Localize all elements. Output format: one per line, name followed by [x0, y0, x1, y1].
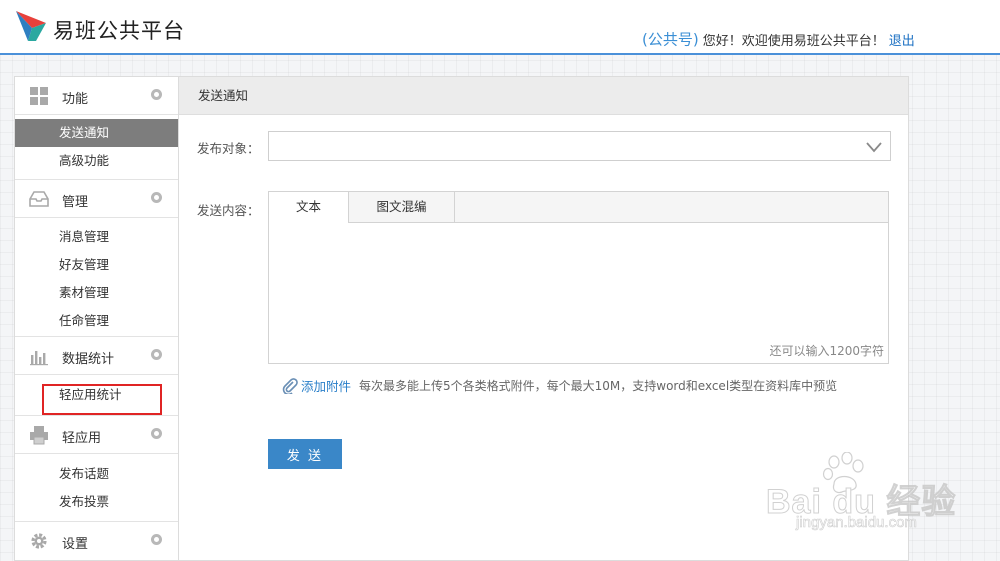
- sidebar-item-advanced[interactable]: 高级功能: [15, 147, 178, 175]
- sidebar-group-manage[interactable]: 管理: [15, 180, 178, 218]
- sidebar-item-send-notice[interactable]: 发送通知: [15, 119, 178, 147]
- account-name-mask: [572, 28, 642, 50]
- content-label: 发送内容：: [197, 203, 260, 218]
- collapse-toggle-icon[interactable]: [151, 89, 162, 100]
- sidebar-group-function[interactable]: 功能: [15, 77, 178, 115]
- sidebar-items-manage: 消息管理 好友管理 素材管理 任命管理: [15, 218, 178, 337]
- sidebar-group-label: 数据统计: [62, 352, 115, 367]
- sidebar-group-light-apps[interactable]: 轻应用: [15, 416, 178, 454]
- sidebar-group-settings[interactable]: 设置: [15, 522, 178, 559]
- sidebar-group-label: 功能: [62, 92, 89, 107]
- sidebar-item-materials[interactable]: 素材管理: [15, 279, 178, 307]
- sidebar-item-messages[interactable]: 消息管理: [15, 223, 178, 251]
- collapse-toggle-icon[interactable]: [151, 192, 162, 203]
- collapse-toggle-icon[interactable]: [151, 349, 162, 360]
- sidebar-items-light-apps: 发布话题 发布投票: [15, 454, 178, 522]
- sidebar-item-post-vote[interactable]: 发布投票: [15, 488, 178, 516]
- editor-tabs: 文本 图文混编: [269, 192, 888, 223]
- content-textarea[interactable]: 还可以输入1200字符: [269, 223, 888, 363]
- sidebar-items-function: 发送通知 高级功能: [15, 115, 178, 180]
- sidebar-item-friends[interactable]: 好友管理: [15, 251, 178, 279]
- sidebar-item-post-topic[interactable]: 发布话题: [15, 460, 178, 488]
- attachment-row: 添加附件 每次最多能上传5个各类格式附件，每个最大10M，支持word和excel…: [282, 376, 837, 395]
- tab-rich-media[interactable]: 图文混编: [349, 192, 455, 222]
- account-name: (公共号): [642, 30, 699, 49]
- sidebar-item-appointments[interactable]: 任命管理: [15, 307, 178, 335]
- content-editor: 文本 图文混编 还可以输入1200字符: [268, 191, 889, 364]
- sidebar: 功能 发送通知 高级功能 管理 消息管理 好友管理 素材管理 任命管理 数据统计…: [14, 76, 179, 561]
- logout-link[interactable]: 退出: [889, 34, 915, 49]
- char-count: 还可以输入1200字符: [769, 344, 884, 358]
- attachment-hint: 每次最多能上传5个各类格式附件，每个最大10M，支持word和excel类型在资…: [359, 379, 838, 393]
- collapse-toggle-icon[interactable]: [151, 534, 162, 545]
- welcome-text: 您好！欢迎使用易班公共平台！: [702, 33, 885, 49]
- add-attachment-link[interactable]: 添加附件: [301, 379, 351, 394]
- bar-chart-icon: [30, 351, 48, 366]
- gear-icon: [31, 533, 47, 549]
- sidebar-group-statistics[interactable]: 数据统计: [15, 337, 178, 375]
- printer-icon: [30, 426, 48, 445]
- collapse-toggle-icon[interactable]: [151, 428, 162, 439]
- target-select[interactable]: [268, 131, 891, 161]
- chevron-down-icon: [866, 142, 882, 153]
- grid-icon: [30, 87, 48, 105]
- user-info: (公共号) 您好！欢迎使用易班公共平台！ 退出: [572, 28, 915, 50]
- paperclip-icon[interactable]: [282, 377, 298, 394]
- sidebar-item-app-stats[interactable]: 轻应用统计: [15, 381, 178, 409]
- main-panel: 发送通知 发布对象： 发送内容： 文本 图文混编 还可以输入1200字符 添加附…: [179, 76, 909, 561]
- target-label: 发布对象：: [197, 141, 260, 156]
- page-title: 发送通知: [179, 77, 908, 115]
- sidebar-group-label: 轻应用: [62, 431, 102, 446]
- inbox-icon: [29, 191, 49, 207]
- top-header: 易班公共平台 (公共号) 您好！欢迎使用易班公共平台！ 退出: [0, 0, 1000, 55]
- sidebar-group-label: 管理: [62, 195, 89, 210]
- sidebar-items-statistics: 轻应用统计: [15, 375, 178, 416]
- brand-name: 易班公共平台: [53, 19, 185, 43]
- sidebar-group-label: 设置: [62, 537, 89, 552]
- yiban-logo-icon: [16, 11, 46, 41]
- send-button[interactable]: 发 送: [268, 439, 342, 469]
- tab-text[interactable]: 文本: [269, 192, 349, 223]
